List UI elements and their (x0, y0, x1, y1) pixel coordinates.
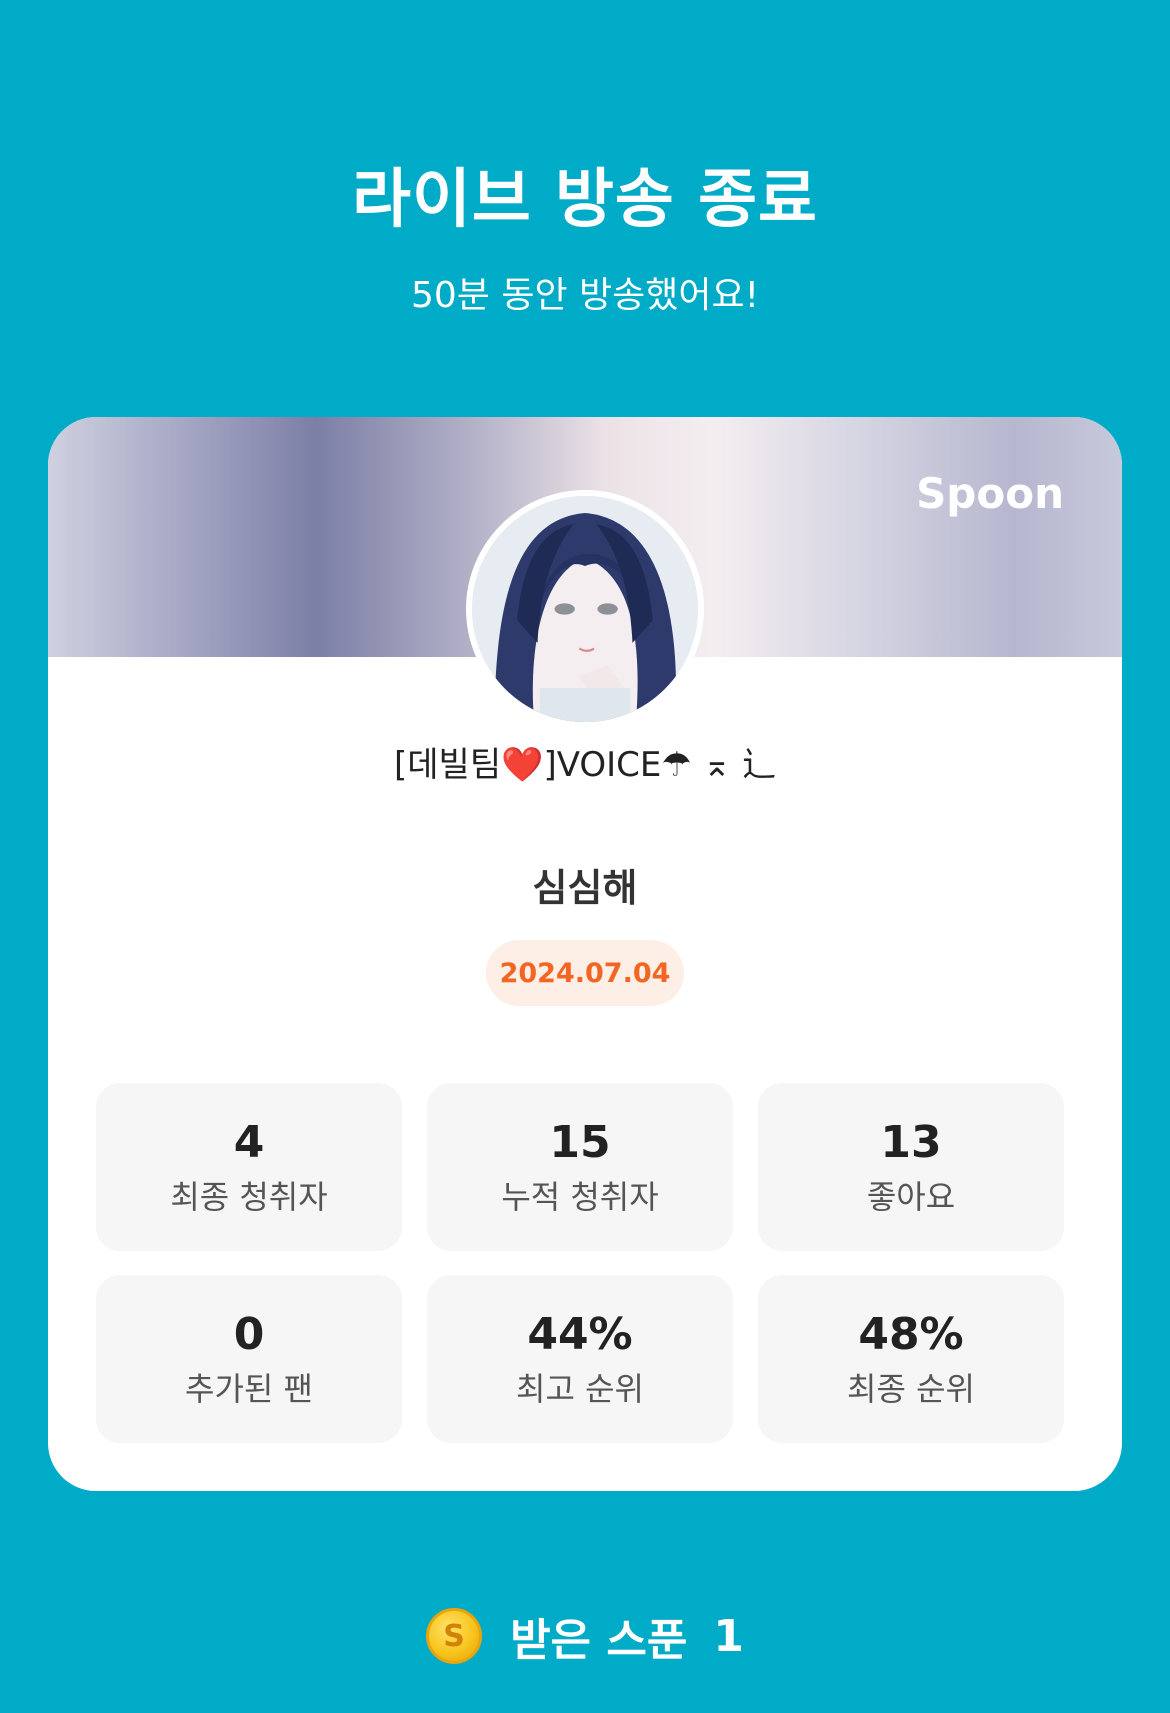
received-spoons: S 받은 스푼 1 (0, 1604, 1170, 1668)
stat-value: 0 (233, 1309, 265, 1360)
stat-label: 추가된 팬 (185, 1370, 313, 1408)
stats-grid: 4 최종 청취자 15 누적 청취자 13 좋아요 0 추가된 팬 44% 최고… (96, 1083, 1064, 1443)
avatar[interactable] (466, 490, 704, 728)
received-spoons-count: 1 (713, 1610, 744, 1662)
stat-total-listeners: 15 누적 청취자 (427, 1083, 733, 1251)
spoon-logo: Spoon (916, 469, 1064, 518)
stat-likes: 13 좋아요 (758, 1083, 1064, 1251)
live-ended-screen: 라이브 방송 종료 50분 동안 방송했어요! Spoon [데빌팀❤️]VOI… (0, 0, 1170, 1713)
stat-value: 13 (880, 1117, 942, 1168)
room-title: 심심해 (532, 866, 638, 910)
host-nickname: [데빌팀❤️]VOICE☂︎ ⌅ ⻌ (394, 745, 776, 785)
stat-final-rank: 48% 최종 순위 (758, 1275, 1064, 1443)
stat-value: 4 (233, 1117, 265, 1168)
received-spoons-label: 받은 스푼 (510, 1615, 688, 1666)
broadcast-duration-text: 50분 동안 방송했어요! (410, 275, 760, 316)
broadcast-summary-card: Spoon [데빌팀❤️]VOICE☂︎ ⌅ ⻌ 심심해 2024.07.04 … (48, 417, 1122, 1491)
stat-value: 48% (858, 1309, 964, 1360)
page-title: 라이브 방송 종료 (352, 163, 818, 237)
stat-label: 최종 청취자 (170, 1178, 328, 1216)
stat-label: 좋아요 (866, 1178, 956, 1216)
stat-label: 최고 순위 (516, 1370, 644, 1408)
avatar-image (472, 496, 698, 722)
stat-best-rank: 44% 최고 순위 (427, 1275, 733, 1443)
stat-label: 누적 청취자 (501, 1178, 659, 1216)
stat-label: 최종 순위 (847, 1370, 975, 1408)
stat-new-fans: 0 추가된 팬 (96, 1275, 402, 1443)
spoon-coin-icon: S (426, 1608, 483, 1664)
stat-value: 15 (549, 1117, 611, 1168)
stat-final-listeners: 4 최종 청취자 (96, 1083, 402, 1251)
stat-value: 44% (527, 1309, 633, 1360)
date-badge: 2024.07.04 (486, 940, 684, 1006)
